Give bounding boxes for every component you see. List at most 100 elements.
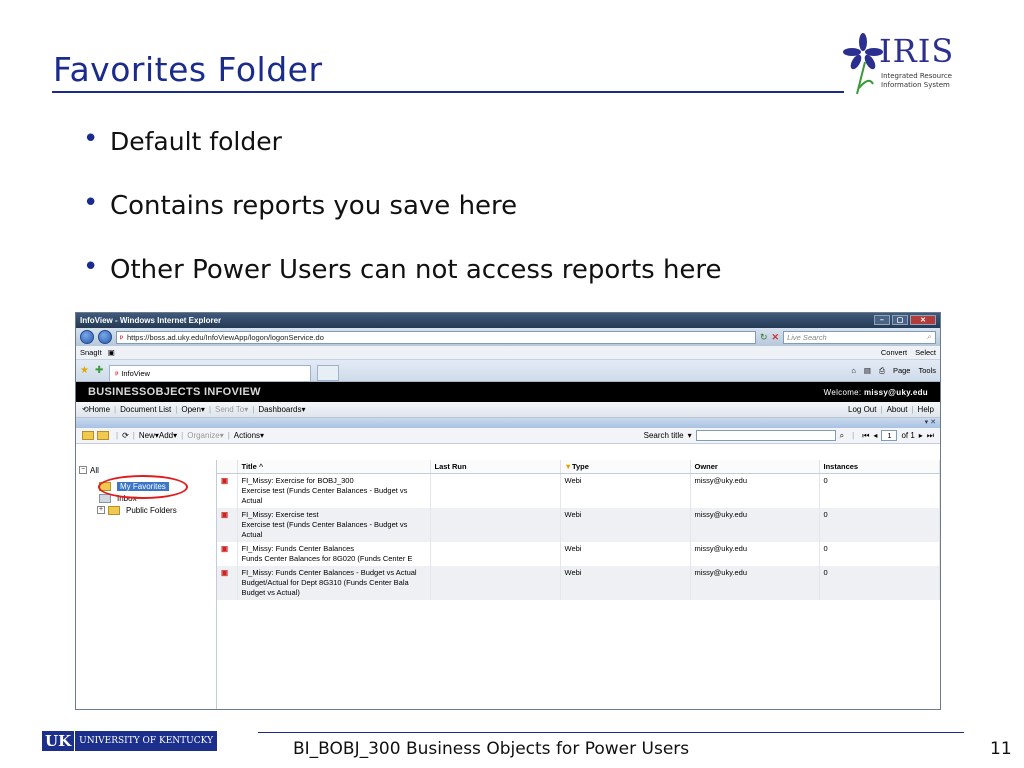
doc-desc: Exercise test (Funds Center Balances - B… xyxy=(241,520,408,539)
doc-desc: Funds Center Balances for 8G020 (Funds C… xyxy=(241,554,413,563)
collapse-icon[interactable]: − xyxy=(79,466,87,474)
search-icon[interactable]: ⌕ xyxy=(927,332,931,342)
new-menu[interactable]: New xyxy=(139,431,155,440)
header-last-run[interactable]: Last Run xyxy=(430,460,561,474)
snagit-capture-icon[interactable]: ▣ xyxy=(108,348,115,357)
stop-icon[interactable]: ✕ xyxy=(772,332,780,343)
forward-icon[interactable] xyxy=(98,330,112,344)
document-table: Title ^ Last Run ▼Type Owner Instances ▣… xyxy=(217,460,940,600)
refresh-icon[interactable]: ↻ xyxy=(760,332,768,343)
prev-page-icon[interactable]: ◂ xyxy=(873,431,877,440)
convert-button[interactable]: Convert xyxy=(881,348,907,357)
header-icon-col xyxy=(217,460,238,474)
help-link[interactable]: Help xyxy=(918,405,934,414)
bullet-list: Default folder Contains reports you save… xyxy=(80,122,722,317)
doc-title[interactable]: FI_Missy: Exercise for BOBJ_300 xyxy=(242,476,426,486)
folder-tree: − All My Favorites Inbox + Public Folder… xyxy=(76,460,217,709)
favorites-star-icon[interactable]: ★ xyxy=(80,365,89,376)
page-icon: ᵖ xyxy=(120,332,123,342)
next-page-icon[interactable]: ▸ xyxy=(919,431,923,440)
send-to-menu[interactable]: Send To xyxy=(215,405,244,414)
window-title: InfoView - Windows Internet Explorer xyxy=(80,316,222,325)
add-menu[interactable]: Add xyxy=(159,431,173,440)
doc-instances: 0 xyxy=(819,508,940,542)
doc-instances: 0 xyxy=(819,542,940,566)
add-favorite-icon[interactable]: ✚ xyxy=(95,365,103,376)
home-link[interactable]: Home xyxy=(89,405,110,414)
highlight-circle xyxy=(98,475,188,499)
panel-controls[interactable]: ▾ ✕ xyxy=(76,418,940,428)
search-icon[interactable]: ⌕ xyxy=(840,431,844,441)
footer-course: BI_BOBJ_300 Business Objects for Power U… xyxy=(293,739,690,759)
print-icon[interactable]: ⎙ xyxy=(879,366,885,376)
doc-owner: missy@uky.edu xyxy=(690,566,820,600)
bo-header: BUSINESSOBJECTS INFOVIEW Welcome: missy@… xyxy=(76,382,940,402)
back-icon[interactable] xyxy=(80,330,94,344)
search-title-dropdown[interactable]: Search title xyxy=(644,431,684,440)
new-tab-button[interactable] xyxy=(317,364,340,381)
page-number-input[interactable]: 1 xyxy=(881,430,898,441)
refresh-icon[interactable]: ⟳ xyxy=(122,431,129,440)
webi-doc-icon: ▣ xyxy=(217,542,238,566)
table-row[interactable]: ▣ FI_Missy: Funds Center Balances Funds C… xyxy=(217,542,940,566)
close-button[interactable]: ✕ xyxy=(910,315,936,325)
live-search-input[interactable]: Live Search ⌕ xyxy=(783,330,936,344)
doc-title[interactable]: FI_Missy: Exercise test xyxy=(242,510,426,520)
iris-subtitle: Integrated Resource Information System xyxy=(881,72,952,89)
select-button[interactable]: Select xyxy=(915,348,936,357)
tree-item-public-folders[interactable]: + Public Folders xyxy=(79,504,213,516)
doc-type: Webi xyxy=(560,542,691,566)
header-instances[interactable]: Instances xyxy=(819,460,940,474)
doc-instances: 0 xyxy=(819,473,940,508)
doc-last-run xyxy=(430,566,561,600)
feeds-icon[interactable]: ▤ xyxy=(864,366,871,376)
log-out-link[interactable]: Log Out xyxy=(848,405,876,414)
table-row[interactable]: ▣ FI_Missy: Exercise for BOBJ_300 Exercis… xyxy=(217,473,940,508)
page-menu[interactable]: Page xyxy=(893,366,911,376)
doc-type: Webi xyxy=(560,508,691,542)
organize-menu[interactable]: Organize xyxy=(187,431,219,440)
dashboards-menu[interactable]: Dashboards xyxy=(258,405,301,414)
table-row[interactable]: ▣ FI_Missy: Exercise test Exercise test (… xyxy=(217,508,940,542)
doc-instances: 0 xyxy=(819,566,940,600)
folder-icon xyxy=(108,505,120,515)
doc-title[interactable]: FI_Missy: Funds Center Balances - Budget… xyxy=(242,568,426,578)
home-icon[interactable]: ⟲ xyxy=(82,405,89,414)
ie-titlebar: InfoView - Windows Internet Explorer – ▢… xyxy=(76,313,940,328)
title-rule xyxy=(52,91,844,93)
actions-menu[interactable]: Actions xyxy=(234,431,260,440)
doc-owner: missy@uky.edu xyxy=(690,473,820,508)
tab-infoview[interactable]: ᵖ InfoView xyxy=(109,364,312,381)
maximize-button[interactable]: ▢ xyxy=(892,315,908,325)
bullet-item: Contains reports you save here xyxy=(80,186,722,223)
bo-body: − All My Favorites Inbox + Public Folder… xyxy=(76,460,940,709)
infoview-screenshot: InfoView - Windows Internet Explorer – ▢… xyxy=(75,312,941,710)
snagit-button[interactable]: SnagIt xyxy=(80,348,102,357)
header-title[interactable]: Title ^ xyxy=(237,460,431,474)
slide-title: Favorites Folder xyxy=(53,50,323,89)
table-row[interactable]: ▣ FI_Missy: Funds Center Balances - Budg… xyxy=(217,566,940,600)
tools-menu[interactable]: Tools xyxy=(918,366,936,376)
header-owner[interactable]: Owner xyxy=(690,460,820,474)
home-icon[interactable]: ⌂ xyxy=(851,366,856,376)
header-type[interactable]: ▼Type xyxy=(560,460,691,474)
sort-asc-icon: ^ xyxy=(258,462,264,471)
last-page-icon[interactable]: ⏭ xyxy=(927,431,934,441)
first-page-icon[interactable]: ⏮ xyxy=(862,431,869,441)
folder-icon[interactable] xyxy=(82,431,94,440)
page-number: 11 xyxy=(990,739,1012,759)
address-field[interactable]: ᵖ https://boss.ad.uky.edu/InfoViewApp/lo… xyxy=(116,330,756,344)
doc-title[interactable]: FI_Missy: Funds Center Balances xyxy=(242,544,426,554)
up-folder-icon[interactable] xyxy=(97,431,109,440)
filter-icon: ▼ xyxy=(564,462,572,471)
doc-owner: missy@uky.edu xyxy=(690,508,820,542)
iris-logo: IRIS Integrated Resource Information Sys… xyxy=(843,32,953,100)
window-controls: – ▢ ✕ xyxy=(874,315,936,325)
expand-icon[interactable]: + xyxy=(97,506,105,514)
open-menu[interactable]: Open xyxy=(181,405,201,414)
search-input[interactable] xyxy=(695,430,836,441)
footer-rule xyxy=(258,732,964,733)
about-link[interactable]: About xyxy=(887,405,908,414)
minimize-button[interactable]: – xyxy=(874,315,890,325)
document-list-link[interactable]: Document List xyxy=(120,405,171,414)
